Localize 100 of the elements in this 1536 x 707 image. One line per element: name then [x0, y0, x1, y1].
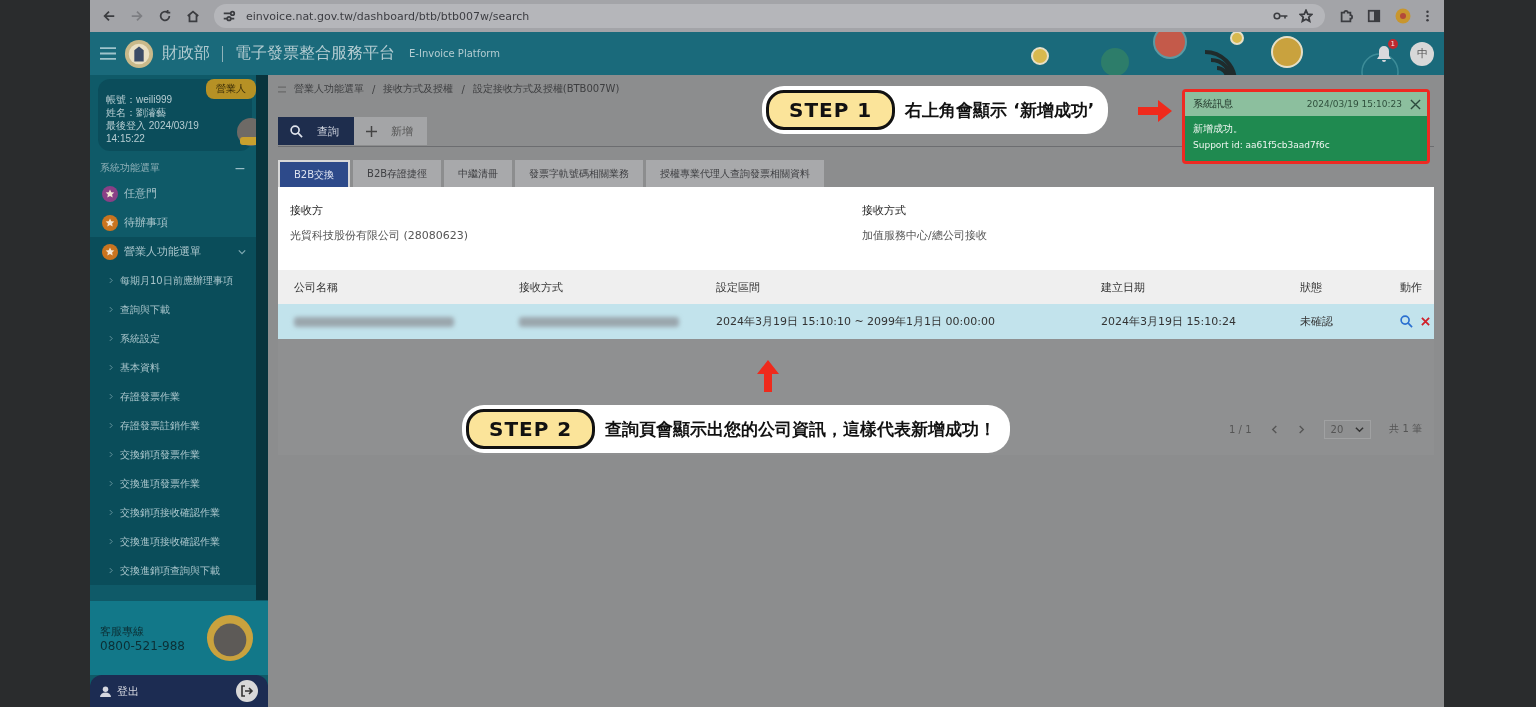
- plus-icon: [366, 125, 377, 137]
- toast-title: 系統訊息: [1193, 97, 1234, 111]
- chevron-right-icon: [108, 480, 114, 487]
- account-text: 帳號：weili999: [106, 93, 174, 106]
- chevron-right-icon: [108, 306, 114, 313]
- tab[interactable]: 中繼清冊: [444, 160, 513, 187]
- menu-icon: [278, 85, 286, 93]
- add-button[interactable]: 新增: [354, 117, 427, 145]
- logout-button[interactable]: 登出: [90, 675, 268, 707]
- chevron-right-icon: [108, 364, 114, 371]
- column-header: 建立日期: [1101, 279, 1146, 295]
- submenu-item[interactable]: 交換進銷項查詢與下載: [90, 556, 256, 585]
- submenu-item[interactable]: 查詢與下載: [90, 295, 256, 324]
- breadcrumb-separator: /: [461, 83, 465, 95]
- table-cell-text: 2024年3月19日 15:10:10 ~ 2099年1月1日 00:00:00: [716, 314, 996, 329]
- platform-subtitle: E-Invoice Platform: [409, 48, 501, 59]
- chevron-right-icon: [108, 335, 114, 342]
- chevron-right-icon: [108, 567, 114, 574]
- column-header: 公司名稱: [294, 279, 339, 295]
- table-row[interactable]: 2024年3月19日 15:10:10 ~ 2099年1月1日 00:00:00 2024年3月19日 15:10:24 未確認: [278, 304, 1434, 339]
- chevron-down-icon: [238, 247, 246, 256]
- menu-item[interactable]: 任意門: [90, 179, 256, 208]
- user-name: 姓名：劉濬藝: [106, 106, 167, 119]
- menu-icon[interactable]: [100, 47, 116, 60]
- collapse-toggle[interactable]: −: [234, 160, 246, 176]
- field-label: 接收方式: [862, 203, 907, 218]
- close-icon[interactable]: [1410, 98, 1421, 110]
- column-header: 設定區間: [716, 279, 761, 295]
- tab[interactable]: 授權專業代理人查詢發票相關資料: [646, 160, 825, 187]
- address-bar[interactable]: einvoice.nat.gov.tw/dashboard/btb/btb007w/search: [214, 4, 1325, 28]
- user-icon: [100, 685, 111, 697]
- language-button[interactable]: 中: [1410, 41, 1434, 66]
- star-icon[interactable]: [1299, 9, 1313, 23]
- bell-icon[interactable]: [1376, 44, 1392, 63]
- site-settings-icon[interactable]: [222, 9, 236, 23]
- extensions-icon[interactable]: [1339, 9, 1353, 23]
- page-indicator: 1 / 1: [1229, 423, 1252, 435]
- key-icon[interactable]: [1273, 10, 1289, 22]
- submenu-item[interactable]: 交換進項接收確認作業: [90, 527, 256, 556]
- side-panel-icon[interactable]: [1367, 9, 1381, 23]
- table-cell-text: 未確認: [1300, 314, 1334, 329]
- search-button[interactable]: 查詢: [278, 117, 354, 145]
- menu-item[interactable]: 營業人功能選單: [90, 237, 256, 266]
- chevron-down-icon: [1355, 424, 1365, 434]
- column-header: 狀態: [1300, 279, 1323, 295]
- ministry-name: 財政部: [162, 43, 210, 64]
- chevron-right-icon: [108, 422, 114, 429]
- role-badge: 營業人: [206, 79, 256, 99]
- step-label: STEP 1: [766, 90, 896, 130]
- field-value: 加值服務中心/總公司接收: [862, 228, 988, 243]
- submenu-item[interactable]: 存證發票作業: [90, 382, 256, 411]
- table-cell-text: 2024年3月19日 15:10:24: [1101, 314, 1237, 329]
- menu-item[interactable]: 待辦事項: [90, 208, 256, 237]
- step-text: 查詢頁會顯示出您的公司資訊，這樣代表新增成功！: [605, 417, 997, 441]
- chevron-right-icon: [108, 509, 114, 516]
- submenu-item[interactable]: 每期月10日前應辦理事項: [90, 266, 256, 295]
- exit-icon: [236, 680, 258, 702]
- tab[interactable]: 發票字軌號碼相關業務: [515, 160, 644, 187]
- mascot-avatar-icon: [206, 614, 254, 662]
- field-label: 接收方: [290, 203, 324, 218]
- submenu-item[interactable]: 交換銷項接收確認作業: [90, 498, 256, 527]
- reload-icon[interactable]: [158, 9, 172, 23]
- support-id-text: Support id: aa61f5cb3aad7f6c: [1193, 140, 1331, 150]
- submenu-item[interactable]: 交換銷項發票作業: [90, 440, 256, 469]
- menu-title: 系統功能選單: [100, 161, 160, 175]
- search-icon[interactable]: [1400, 315, 1413, 328]
- hotline-label: 客服專線: [100, 623, 145, 639]
- chevron-right-icon: [108, 451, 114, 458]
- breadcrumb-link[interactable]: 接收方式及授權: [383, 82, 454, 96]
- arrow-right-icon: [1138, 100, 1172, 122]
- breadcrumb-link[interactable]: 設定接收方式及授權(BTB007W): [472, 82, 620, 96]
- chevron-right-icon: [108, 277, 114, 284]
- hotline-number: 0800-521-988: [100, 638, 185, 653]
- submenu-item[interactable]: 存證發票註銷作業: [90, 411, 256, 440]
- column-header: 接收方式: [519, 279, 564, 295]
- delete-icon[interactable]: [1421, 317, 1430, 326]
- field-value: 光貿科技股份有限公司 (28080623): [290, 228, 470, 243]
- home-icon[interactable]: [186, 9, 200, 23]
- arrow-up-icon: [757, 360, 779, 392]
- submenu-item[interactable]: 基本資料: [90, 353, 256, 382]
- chevron-right-icon: [108, 538, 114, 545]
- submenu-item[interactable]: 交換進項發票作業: [90, 469, 256, 498]
- breadcrumb-link[interactable]: 營業人功能選單: [294, 82, 364, 96]
- step-text: 右上角會顯示 ‘新增成功’: [905, 98, 1095, 122]
- search-icon: [290, 124, 303, 138]
- more-menu-icon[interactable]: [1425, 9, 1430, 23]
- last-login-text: 最後登入 2024/03/19 14:15:22: [106, 119, 200, 145]
- platform-title: 電子發票整合服務平台: [235, 43, 395, 64]
- scrollbar[interactable]: [256, 75, 268, 600]
- toast-time: 2024/03/19 15:10:23: [1306, 99, 1402, 109]
- url-text: einvoice.nat.gov.tw/dashboard/btb/btb007w/search: [246, 9, 530, 23]
- toast-message: 新增成功。: [1193, 122, 1244, 136]
- column-header: 動作: [1400, 279, 1423, 295]
- tab[interactable]: B2B存證捷徑: [353, 160, 442, 187]
- step-label: STEP 2: [466, 409, 596, 449]
- back-icon[interactable]: [102, 9, 116, 23]
- emblem-logo-icon: [124, 38, 154, 69]
- submenu-item[interactable]: 系統設定: [90, 324, 256, 353]
- chevron-right-icon: [108, 393, 114, 400]
- tab[interactable]: B2B交換: [278, 160, 351, 187]
